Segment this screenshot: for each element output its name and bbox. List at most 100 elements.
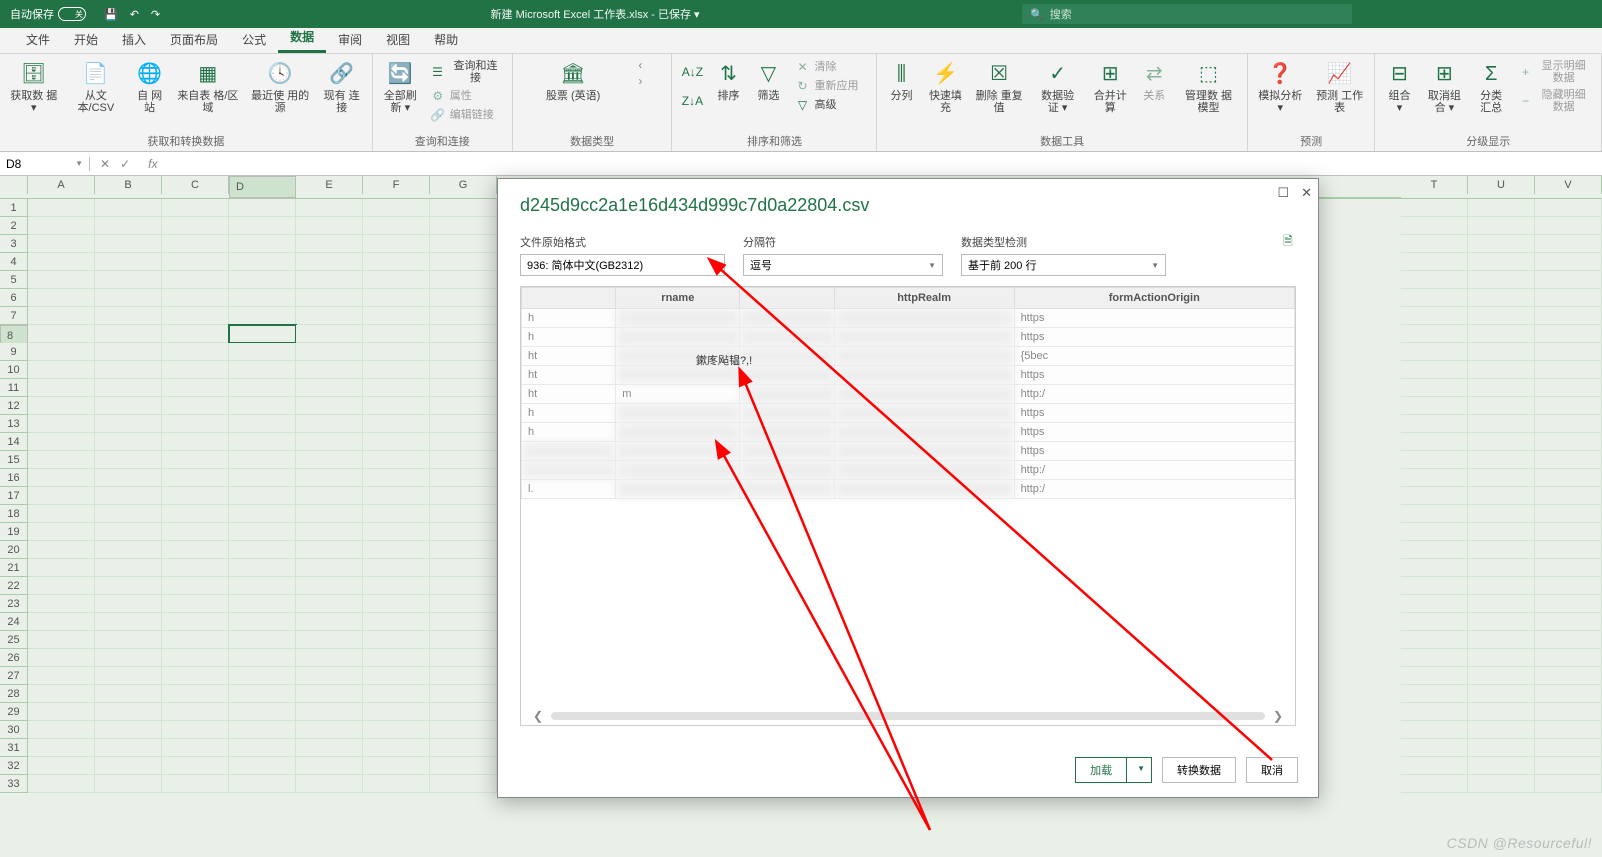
cell[interactable] [95,703,162,721]
cell[interactable] [296,235,363,253]
cell[interactable] [430,739,497,757]
tab-insert[interactable]: 插入 [110,26,158,53]
row-32[interactable]: 32 [0,757,28,775]
cell[interactable] [28,343,95,361]
cell[interactable] [363,379,430,397]
cell[interactable] [363,721,430,739]
cell[interactable] [95,469,162,487]
subtotal-button[interactable]: Σ分类汇总 [1471,58,1511,116]
stocks-button[interactable]: 🏛股票 (英语) [542,58,604,104]
cell[interactable] [296,487,363,505]
toggle-switch[interactable]: 关 [58,7,86,21]
cell[interactable] [162,415,229,433]
cell[interactable] [162,685,229,703]
cell[interactable] [430,667,497,685]
cell[interactable] [430,253,497,271]
cell[interactable] [162,505,229,523]
tab-file[interactable]: 文件 [14,26,62,53]
cancel-button[interactable]: 取消 [1246,757,1298,783]
cell[interactable] [28,631,95,649]
cell[interactable] [363,325,430,343]
cell[interactable] [363,451,430,469]
cell[interactable] [296,289,363,307]
cell[interactable] [229,775,296,793]
save-icon[interactable]: 💾 [104,8,118,21]
recent-sources-button[interactable]: 🕓最近使 用的源 [247,58,314,116]
cell[interactable] [296,271,363,289]
row-27[interactable]: 27 [0,667,28,685]
cell[interactable] [95,271,162,289]
horizontal-scrollbar[interactable]: ❮ ❯ [533,711,1283,721]
cell[interactable] [95,343,162,361]
cell[interactable] [28,739,95,757]
row-22[interactable]: 22 [0,577,28,595]
cell[interactable] [229,523,296,541]
cell[interactable] [162,649,229,667]
cell[interactable] [229,703,296,721]
advanced-button[interactable]: ▽高级 [790,96,870,114]
cell[interactable] [95,505,162,523]
cell[interactable] [430,379,497,397]
maximize-icon[interactable]: ☐ [1277,185,1289,201]
cell[interactable] [95,775,162,793]
cell[interactable] [363,253,430,271]
cell[interactable] [430,343,497,361]
cell[interactable] [229,343,296,361]
cell[interactable] [363,217,430,235]
cell[interactable] [162,343,229,361]
row-5[interactable]: 5 [0,271,28,289]
cell[interactable] [162,739,229,757]
filter-button[interactable]: ▽筛选 [750,58,786,104]
cell[interactable] [229,613,296,631]
transform-button[interactable]: 转换数据 [1162,757,1236,783]
cell[interactable] [430,271,497,289]
autosave-toggle[interactable]: 自动保存 关 [0,6,96,22]
cell[interactable] [28,649,95,667]
cell[interactable] [95,451,162,469]
row-13[interactable]: 13 [0,415,28,433]
cell[interactable] [229,631,296,649]
row-26[interactable]: 26 [0,649,28,667]
search-input[interactable]: 🔍 搜索 [1022,4,1352,24]
cell[interactable] [229,235,296,253]
cell[interactable] [430,433,497,451]
cell[interactable] [430,505,497,523]
cell[interactable] [95,577,162,595]
cell[interactable] [95,397,162,415]
cell[interactable] [28,289,95,307]
cell[interactable] [28,595,95,613]
cell[interactable] [430,685,497,703]
cell[interactable] [430,199,497,217]
cell[interactable] [296,631,363,649]
cell[interactable] [162,199,229,217]
cell[interactable] [95,667,162,685]
cell[interactable] [95,379,162,397]
row-17[interactable]: 17 [0,487,28,505]
cell[interactable] [28,487,95,505]
confirm-icon[interactable]: ✓ [120,157,130,171]
cell[interactable] [363,577,430,595]
cell[interactable] [229,433,296,451]
cell[interactable] [430,721,497,739]
cell[interactable] [229,271,296,289]
row-3[interactable]: 3 [0,235,28,253]
cell[interactable] [162,703,229,721]
cell[interactable] [229,397,296,415]
cell[interactable] [162,253,229,271]
cell[interactable] [28,559,95,577]
tab-layout[interactable]: 页面布局 [158,26,230,53]
cell[interactable] [296,217,363,235]
document-icon[interactable]: 🗎 [1280,234,1296,250]
cell[interactable] [162,271,229,289]
cell[interactable] [229,487,296,505]
cell[interactable] [363,397,430,415]
cell[interactable] [162,595,229,613]
cell[interactable] [229,559,296,577]
cell[interactable] [28,415,95,433]
cell[interactable] [95,415,162,433]
cell[interactable] [229,253,296,271]
cell[interactable] [363,757,430,775]
cell[interactable] [28,271,95,289]
cell[interactable] [162,631,229,649]
cell[interactable] [28,685,95,703]
